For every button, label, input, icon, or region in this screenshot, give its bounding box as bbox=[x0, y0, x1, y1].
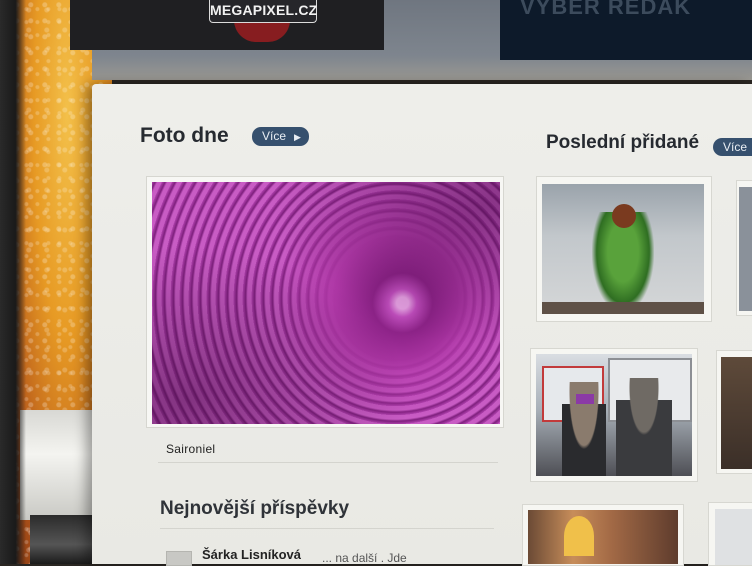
play-arrow-icon: ▶ bbox=[294, 132, 301, 142]
latest-added-heading: Poslední přidané bbox=[546, 132, 700, 153]
site-logo[interactable]: MEGAPIXEL.CZ bbox=[209, 0, 317, 23]
more-button-label: Více bbox=[262, 129, 287, 143]
editor-choice-label: VÝBĚR REDAK bbox=[520, 0, 692, 19]
thumbnail-image bbox=[721, 357, 752, 469]
photo-of-day-image[interactable] bbox=[152, 182, 500, 424]
purple-scarf bbox=[576, 394, 594, 404]
photo-author[interactable]: Saironiel bbox=[166, 442, 215, 456]
portrait-hair bbox=[564, 516, 594, 556]
latest-added-more-button[interactable]: Více bbox=[713, 138, 752, 156]
latest-thumbnail-4[interactable] bbox=[736, 180, 752, 316]
monitor-bezel bbox=[0, 0, 26, 564]
more-button-label: Více bbox=[723, 140, 748, 154]
photo-of-day-heading: Foto dne bbox=[140, 124, 229, 147]
post-snippet[interactable]: ... na další . Jde bbox=[322, 551, 407, 565]
divider bbox=[160, 528, 494, 529]
photo-of-day-more-button[interactable]: Více ▶ bbox=[252, 127, 309, 146]
thumbnail-image bbox=[715, 509, 752, 565]
latest-thumbnail-2[interactable] bbox=[536, 354, 692, 476]
divider bbox=[158, 462, 498, 463]
thumbnail-image bbox=[739, 187, 752, 311]
newest-posts-heading: Nejnovější příspěvky bbox=[160, 498, 350, 519]
toy-head bbox=[612, 204, 636, 228]
toy-base bbox=[542, 302, 704, 314]
latest-thumbnail-5[interactable] bbox=[716, 350, 752, 474]
latest-thumbnail-1[interactable] bbox=[542, 184, 704, 314]
post-author-link[interactable]: Šárka Lisníková bbox=[202, 547, 301, 562]
latest-thumbnail-3[interactable] bbox=[528, 510, 678, 564]
editor-choice-banner[interactable]: VÝBĚR REDAK bbox=[500, 0, 752, 60]
latest-thumbnail-6[interactable] bbox=[708, 502, 752, 566]
passenger bbox=[616, 378, 672, 476]
